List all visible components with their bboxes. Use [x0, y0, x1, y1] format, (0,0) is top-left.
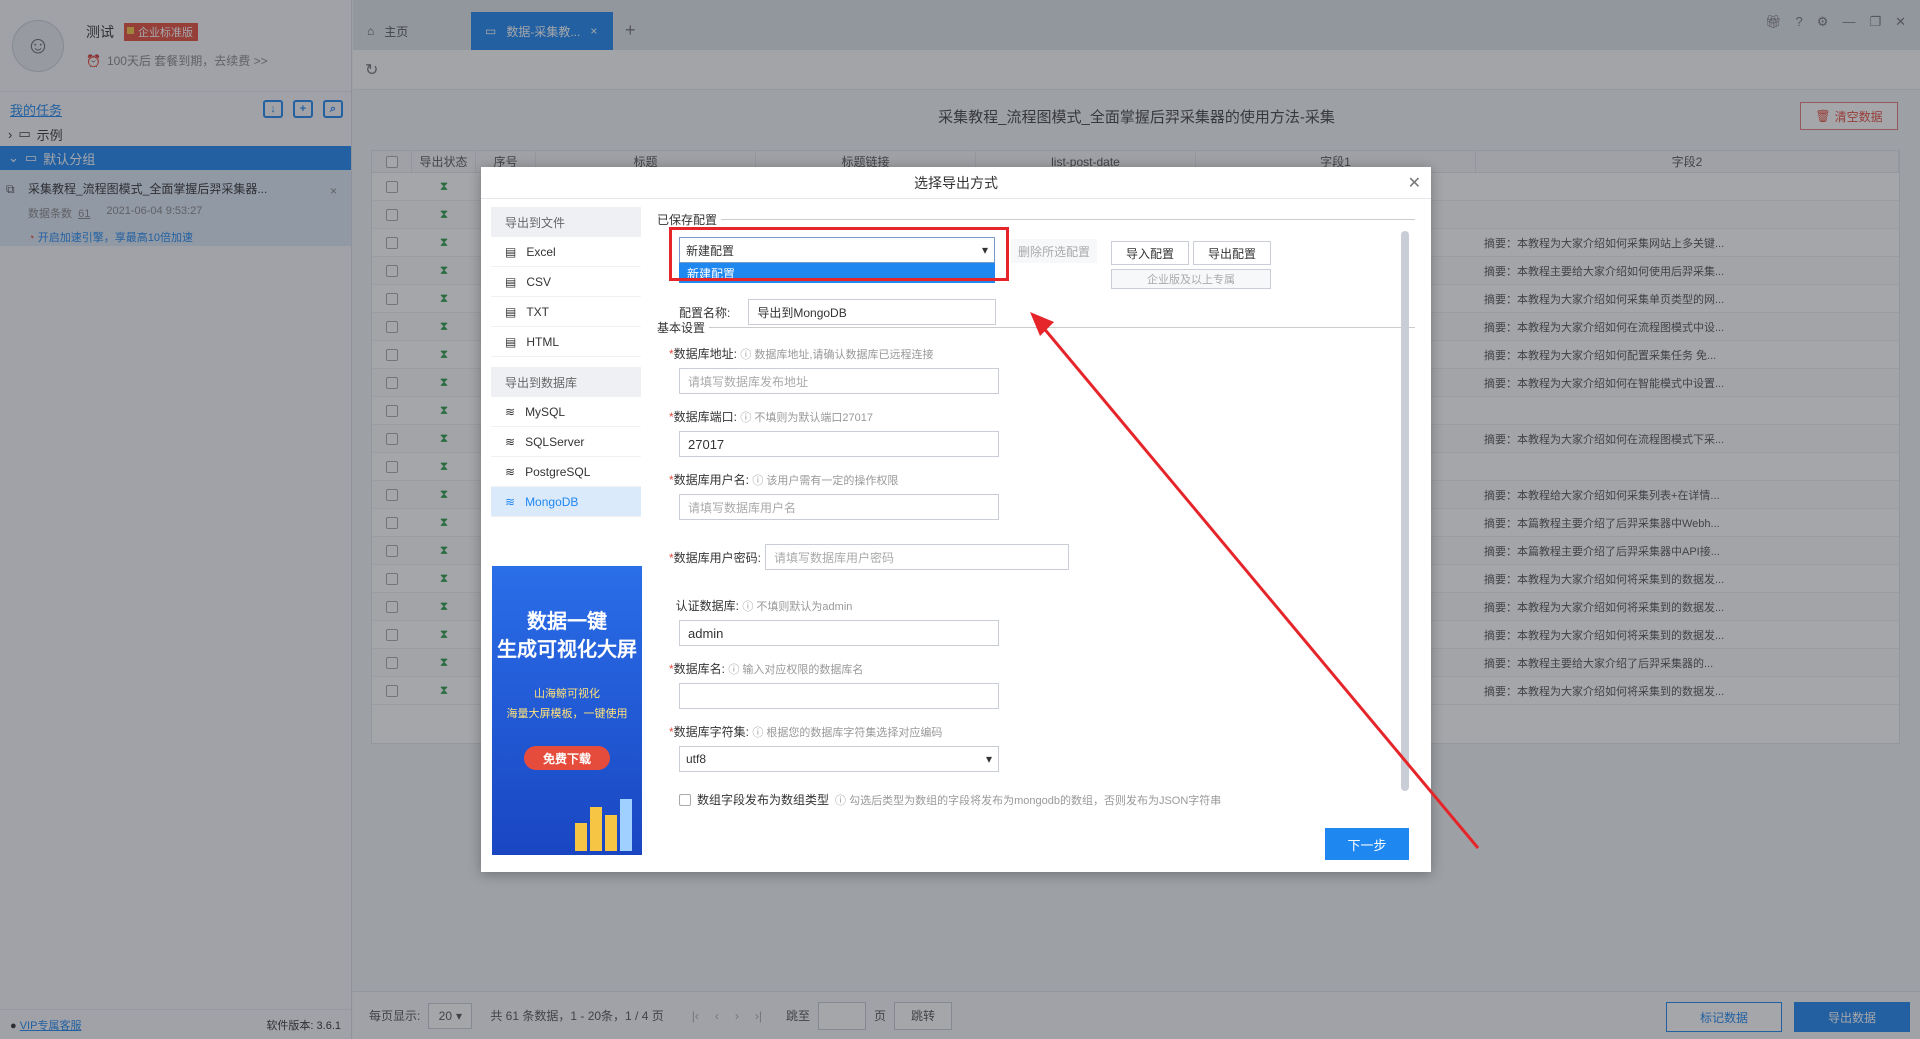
ad-sub-1: 山海鲸可视化 [534, 688, 600, 700]
charset-value: utf8 [686, 752, 707, 766]
next-step-button[interactable]: 下一步 [1325, 828, 1409, 860]
array-type-field: 数组字段发布为数组类型 ⓘ 勾选后类型为数组的字段将发布为mongodb的数组，… [679, 791, 1419, 808]
array-type-checkbox[interactable] [679, 793, 691, 806]
ad-headline-2: 生成可视化大屏 [497, 639, 637, 661]
file-group-title: 导出到文件 [491, 207, 641, 237]
option-label: HTML [526, 334, 560, 349]
database-icon: ≋ [505, 404, 516, 419]
basic-section: 基本设置 [657, 317, 1415, 337]
highlight-box [669, 227, 1009, 281]
section-title: 已保存配置 [657, 212, 718, 227]
info-icon: ⓘ [740, 412, 752, 424]
saved-config-section: 已保存配置 [657, 209, 1415, 229]
option-postgresql[interactable]: ≋ PostgreSQL [491, 457, 641, 487]
field-hint: 该用户需有一定的操作权限 [766, 475, 899, 487]
field-hint: 数据库地址,请确认数据库已远程连接 [754, 349, 934, 361]
db-group-title: 导出到数据库 [491, 367, 641, 397]
file-icon: ▤ [505, 334, 517, 349]
db-port-field: *数据库端口: ⓘ 不填则为默认端口27017 27017 [669, 408, 999, 457]
export-dialog: 选择导出方式 ✕ 导出到文件 ▤ Excel ▤ CSV ▤ TXT ▤ HTML 导出… [481, 167, 1431, 872]
db-address-field: *数据库地址: ⓘ 数据库地址,请确认数据库已远程连接 请填写数据库发布地址 [669, 345, 999, 394]
caret-down-icon: ▾ [985, 752, 992, 766]
auth-db-input[interactable]: admin [679, 620, 999, 646]
info-icon: ⓘ [742, 601, 754, 613]
app-window: ☺ 测试 企业标准版 ⏰ 100天后 套餐到期，去续费 >> 我的任务 ↓ + … [0, 0, 1920, 1039]
scrollbar[interactable] [1401, 231, 1409, 791]
option-label: CSV [526, 274, 552, 289]
auth-db-field: 认证数据库: ⓘ 不填则默认为admin admin [669, 597, 999, 646]
field-hint: 不填则为默认端口27017 [754, 412, 874, 424]
option-html[interactable]: ▤ HTML [491, 327, 641, 357]
field-label: 数据库用户名: [673, 473, 750, 487]
info-icon: ⓘ [740, 349, 752, 361]
field-label: 认证数据库: [675, 599, 740, 613]
dialog-title: 选择导出方式 [914, 174, 998, 191]
file-icon: ▤ [505, 244, 517, 259]
option-mongodb[interactable]: ≋ MongoDB [491, 487, 641, 517]
option-label: PostgreSQL [525, 464, 591, 479]
file-icon: ▤ [505, 304, 517, 319]
delete-config-button[interactable]: 删除所选配置 [1011, 239, 1097, 263]
option-label: SQLServer [525, 434, 585, 449]
ad-download-button[interactable]: 免费下载 [524, 746, 610, 770]
config-panel: 已保存配置 新建配置 ▾ 新建配置 删除所选配置 导入配置 导出配置 企业版及以上… [657, 199, 1415, 872]
ad-headline-1: 数据一键 [527, 611, 607, 633]
field-hint: 勾选后类型为数组的字段将发布为mongodb的数组，否则发布为JSON字符串 [849, 794, 1222, 807]
info-icon: ⓘ [752, 475, 764, 487]
ad-banner[interactable]: 数据一键生成可视化大屏 山海鲸可视化海量大屏模板，一键使用 免费下载 [492, 566, 642, 855]
database-icon: ≋ [505, 434, 516, 449]
info-icon: ⓘ [752, 727, 764, 739]
charset-field: *数据库字符集: ⓘ 根据您的数据库字符集选择对应编码 utf8 ▾ [669, 723, 999, 772]
db-address-input[interactable]: 请填写数据库发布地址 [679, 368, 999, 394]
option-mysql[interactable]: ≋ MySQL [491, 397, 641, 427]
export-config-button[interactable]: 导出配置 [1193, 241, 1271, 265]
import-config-button[interactable]: 导入配置 [1111, 241, 1189, 265]
field-label: 数据库字符集: [673, 725, 750, 739]
db-port-input[interactable]: 27017 [679, 431, 999, 457]
database-icon: ≋ [505, 494, 516, 509]
db-user-input[interactable]: 请填写数据库用户名 [679, 494, 999, 520]
option-label: MySQL [525, 404, 566, 419]
ad-sub-2: 海量大屏模板，一键使用 [506, 708, 628, 720]
option-label: MongoDB [525, 494, 579, 509]
field-label: 数据库用户密码: [673, 550, 762, 565]
field-hint: 不填则默认为admin [756, 601, 853, 613]
close-icon[interactable]: ✕ [1408, 173, 1421, 193]
database-icon: ≋ [505, 464, 516, 479]
dialog-title-bar: 选择导出方式 ✕ [481, 167, 1431, 199]
field-label: 数据库名: [673, 662, 726, 676]
option-label: Excel [526, 244, 556, 259]
section-title: 基本设置 [657, 320, 706, 335]
db-user-field: *数据库用户名: ⓘ 该用户需有一定的操作权限 请填写数据库用户名 [669, 471, 999, 520]
charset-select[interactable]: utf8 ▾ [679, 746, 999, 772]
field-label: 数组字段发布为数组类型 [697, 793, 830, 807]
field-hint: 根据您的数据库字符集选择对应编码 [766, 727, 943, 739]
field-label: 数据库地址: [673, 347, 738, 361]
option-sqlserver[interactable]: ≋ SQLServer [491, 427, 641, 457]
info-icon: ⓘ [835, 794, 847, 807]
field-hint: 输入对应权限的数据库名 [742, 664, 864, 676]
bar-chart-icon [575, 799, 632, 851]
export-type-menu: 导出到文件 ▤ Excel ▤ CSV ▤ TXT ▤ HTML 导出到数据库 ≋ MyS… [491, 207, 641, 517]
field-label: 数据库端口: [673, 410, 738, 424]
db-password-field: *数据库用户密码: 请填写数据库用户密码 [669, 544, 1089, 570]
db-name-input[interactable] [679, 683, 999, 709]
option-excel[interactable]: ▤ Excel [491, 237, 641, 267]
file-icon: ▤ [505, 274, 517, 289]
enterprise-only-note: 企业版及以上专属 [1111, 269, 1271, 289]
option-txt[interactable]: ▤ TXT [491, 297, 641, 327]
option-csv[interactable]: ▤ CSV [491, 267, 641, 297]
db-password-input[interactable]: 请填写数据库用户密码 [765, 544, 1070, 570]
db-name-field: *数据库名: ⓘ 输入对应权限的数据库名 [669, 660, 999, 709]
option-label: TXT [526, 304, 550, 319]
info-icon: ⓘ [728, 664, 740, 676]
